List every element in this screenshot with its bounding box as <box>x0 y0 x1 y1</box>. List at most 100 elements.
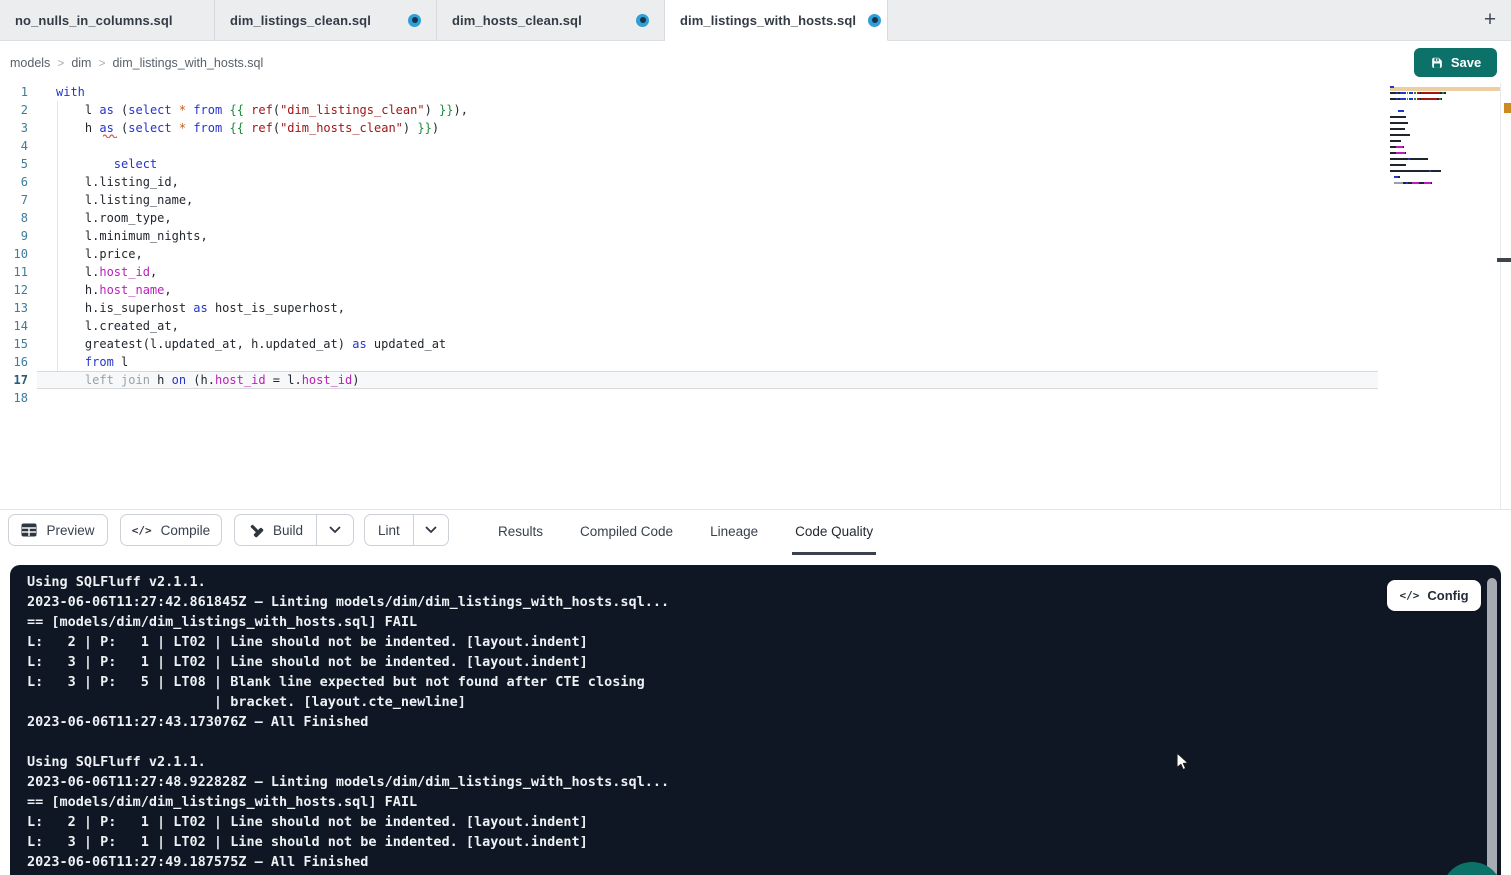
tab-compiled-code[interactable]: Compiled Code <box>577 510 676 555</box>
code-content[interactable]: with l as (select * from {{ ref("dim_lis… <box>56 83 468 407</box>
line-number: 16 <box>0 353 28 371</box>
terminal-scrollbar-thumb[interactable] <box>1487 578 1497 875</box>
code-line[interactable]: h.is_superhost as host_is_superhost, <box>56 299 468 317</box>
line-number: 17 <box>0 371 28 389</box>
tab-label: Results <box>498 524 543 539</box>
code-line[interactable]: h.host_name, <box>56 281 468 299</box>
file-header-row: models > dim > dim_listings_with_hosts.s… <box>0 41 1511 85</box>
code-line[interactable]: from l <box>56 353 468 371</box>
unsaved-changes-icon[interactable] <box>636 14 649 27</box>
tab-dim-listings-with-hosts[interactable]: dim_listings_with_hosts.sql <box>665 0 888 41</box>
lint-output-terminal[interactable]: Using SQLFluff v2.1.1.2023-06-06T11:27:4… <box>10 565 1501 875</box>
lint-warning-squiggle <box>103 133 117 138</box>
terminal-line: == [models/dim/dim_listings_with_hosts.s… <box>27 612 669 632</box>
preview-button[interactable]: Preview <box>8 514 108 546</box>
terminal-line: | bracket. [layout.cte_newline] <box>27 692 669 712</box>
terminal-line: 2023-06-06T11:27:43.173076Z — All Finish… <box>27 712 669 732</box>
line-number-gutter: 123456789101112131415161718 <box>0 83 28 407</box>
line-number: 14 <box>0 317 28 335</box>
lint-dropdown-button[interactable] <box>413 515 448 545</box>
tab-no-nulls-in-columns[interactable]: no_nulls_in_columns.sql <box>0 0 215 41</box>
tab-label: dim_listings_clean.sql <box>230 13 371 28</box>
lint-button-group: Lint <box>364 514 449 546</box>
terminal-line: 2023-06-06T11:27:42.861845Z — Linting mo… <box>27 592 669 612</box>
overview-ruler-position-marker[interactable] <box>1497 258 1511 262</box>
line-number: 10 <box>0 245 28 263</box>
hammer-icon <box>248 522 264 538</box>
editor-scrollbar-track <box>1500 83 1501 509</box>
line-number: 11 <box>0 263 28 281</box>
code-line[interactable]: greatest(l.updated_at, h.updated_at) as … <box>56 335 468 353</box>
unsaved-changes-icon[interactable] <box>408 14 421 27</box>
unsaved-changes-icon[interactable] <box>868 14 881 27</box>
build-label: Build <box>273 523 303 538</box>
code-line[interactable]: l.minimum_nights, <box>56 227 468 245</box>
chevron-right-icon: > <box>91 56 112 70</box>
line-number: 15 <box>0 335 28 353</box>
compile-button[interactable]: </> Compile <box>120 514 222 546</box>
preview-label: Preview <box>46 523 94 538</box>
breadcrumb-item-models[interactable]: models <box>10 56 50 70</box>
code-line[interactable]: h as (select * from {{ ref("dim_hosts_cl… <box>56 119 468 137</box>
minimap[interactable] <box>1390 86 1468 194</box>
overview-ruler-warning-marker <box>1504 103 1511 113</box>
tab-dim-listings-clean[interactable]: dim_listings_clean.sql <box>215 0 437 41</box>
code-line[interactable] <box>56 137 468 155</box>
terminal-line: == [models/dim/dim_listings_with_hosts.s… <box>27 792 669 812</box>
terminal-log: Using SQLFluff v2.1.1.2023-06-06T11:27:4… <box>27 572 669 872</box>
dbt-ide-window: no_nulls_in_columns.sql dim_listings_cle… <box>0 0 1511 875</box>
line-number: 6 <box>0 173 28 191</box>
tab-code-quality[interactable]: Code Quality <box>792 510 876 555</box>
build-dropdown-button[interactable] <box>316 515 353 545</box>
breadcrumb-item-dim[interactable]: dim <box>71 56 91 70</box>
build-button-group: Build <box>234 514 354 546</box>
code-line[interactable]: select <box>56 155 468 173</box>
lint-label: Lint <box>378 523 400 538</box>
tab-label: no_nulls_in_columns.sql <box>15 13 173 28</box>
terminal-line: L: 2 | P: 1 | LT02 | Line should not be … <box>27 812 669 832</box>
terminal-line <box>27 732 669 752</box>
preview-table-icon <box>21 523 37 537</box>
save-floppy-icon <box>1430 56 1444 70</box>
code-line[interactable]: l.price, <box>56 245 468 263</box>
tab-results[interactable]: Results <box>495 510 546 555</box>
code-line[interactable]: left join h on (h.host_id = l.host_id) <box>56 371 468 389</box>
terminal-line: L: 3 | P: 5 | LT08 | Blank line expected… <box>27 672 669 692</box>
code-line[interactable]: l.listing_name, <box>56 191 468 209</box>
code-line[interactable]: l as (select * from {{ ref("dim_listings… <box>56 101 468 119</box>
chevron-right-icon: > <box>50 56 71 70</box>
code-line[interactable]: l.created_at, <box>56 317 468 335</box>
line-number: 4 <box>0 137 28 155</box>
compile-label: Compile <box>161 523 211 538</box>
config-button[interactable]: </> Config <box>1387 580 1481 611</box>
bottom-panel-toolbar: Preview </> Compile Build <box>0 509 1511 556</box>
build-button[interactable]: Build <box>235 515 316 545</box>
panel-tabs: Results Compiled Code Lineage Code Quali… <box>495 510 876 556</box>
code-line[interactable]: with <box>56 83 468 101</box>
mouse-cursor <box>1176 752 1190 771</box>
config-label: Config <box>1427 588 1468 603</box>
line-number: 18 <box>0 389 28 407</box>
code-line[interactable]: l.host_id, <box>56 263 468 281</box>
code-line[interactable]: l.room_type, <box>56 209 468 227</box>
terminal-line: 2023-06-06T11:27:48.922828Z — Linting mo… <box>27 772 669 792</box>
save-button[interactable]: Save <box>1414 48 1497 77</box>
terminal-line: L: 3 | P: 1 | LT02 | Line should not be … <box>27 832 669 852</box>
code-line[interactable] <box>56 389 468 407</box>
lint-button[interactable]: Lint <box>365 515 413 545</box>
sql-code-editor[interactable]: 123456789101112131415161718 with l as (s… <box>0 83 1511 509</box>
tab-dim-hosts-clean[interactable]: dim_hosts_clean.sql <box>437 0 665 41</box>
save-label: Save <box>1451 55 1481 70</box>
tab-label: dim_hosts_clean.sql <box>452 13 582 28</box>
tab-label: Compiled Code <box>580 524 673 539</box>
new-tab-button[interactable]: + <box>1475 5 1505 35</box>
code-line[interactable]: l.listing_id, <box>56 173 468 191</box>
terminal-line: 2023-06-06T11:27:49.187575Z — All Finish… <box>27 852 669 872</box>
tab-lineage[interactable]: Lineage <box>707 510 761 555</box>
line-number: 12 <box>0 281 28 299</box>
tab-label: dim_listings_with_hosts.sql <box>680 13 856 28</box>
line-number: 2 <box>0 101 28 119</box>
terminal-line: L: 3 | P: 1 | LT02 | Line should not be … <box>27 652 669 672</box>
tab-label: Lineage <box>710 524 758 539</box>
code-brackets-icon: </> <box>1399 589 1419 602</box>
